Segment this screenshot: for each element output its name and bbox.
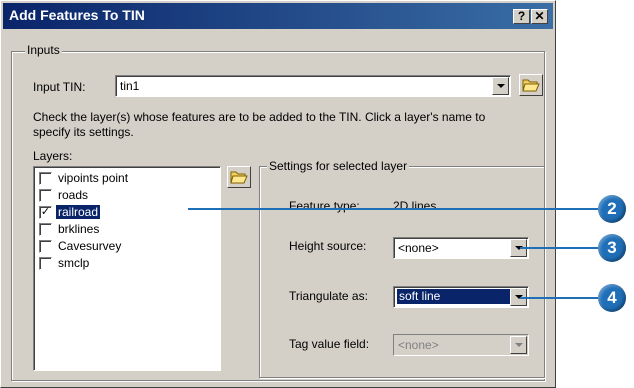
input-tin-value: tin1 [120, 79, 140, 93]
feature-type-label: Feature type: [289, 199, 360, 213]
tag-value-select: <none> [393, 334, 529, 356]
callout-2: 2 [598, 195, 626, 223]
close-button[interactable]: ✕ [531, 9, 548, 24]
callout-3-leader [520, 247, 600, 249]
layers-list[interactable]: vipoints point roads ✓ railroad brklines… [33, 166, 221, 371]
instructions-text: Check the layer(s) whose features are to… [33, 110, 486, 139]
height-source-select[interactable]: <none> [393, 237, 529, 259]
input-tin-combo[interactable]: tin1 [115, 75, 511, 97]
checkmark-icon[interactable]: ✓ [39, 206, 52, 219]
folder-open-icon [230, 171, 248, 184]
add-features-dialog: Add Features To TIN ? ✕ Inputs Input TIN… [0, 0, 556, 388]
layer-name[interactable]: smclp [56, 256, 91, 270]
layers-label: Layers: [33, 149, 73, 163]
layer-item-cavesurvey[interactable]: Cavesurvey [37, 238, 203, 255]
layer-name[interactable]: roads [56, 188, 90, 202]
browse-layer-button[interactable] [227, 166, 251, 188]
layer-item-smclp[interactable]: smclp [37, 255, 203, 272]
feature-type-value: 2D lines [393, 199, 437, 213]
dropdown-arrow-icon [515, 343, 523, 347]
layer-checkbox-icon[interactable] [39, 189, 52, 202]
layer-checkbox-icon[interactable] [39, 223, 52, 236]
dropdown-arrow-icon [497, 84, 505, 88]
triangulate-label: Triangulate as: [289, 289, 368, 303]
folder-open-icon [522, 79, 540, 92]
layer-item-roads[interactable]: roads [37, 187, 203, 204]
layer-item-vipoints-point[interactable]: vipoints point [37, 170, 203, 187]
title-bar: Add Features To TIN ? ✕ [3, 3, 553, 29]
layer-name[interactable]: railroad [56, 205, 101, 219]
tag-value-value: <none> [398, 338, 439, 352]
dialog-title: Add Features To TIN [9, 7, 145, 23]
layer-checkbox-icon[interactable] [39, 240, 52, 253]
callout-3: 3 [598, 234, 626, 262]
layer-item-brklines[interactable]: brklines [37, 221, 203, 238]
callout-2-leader [188, 208, 600, 210]
tag-value-dropdown-button [510, 336, 527, 354]
triangulate-select[interactable]: soft line [393, 286, 529, 308]
layer-name[interactable]: brklines [56, 222, 101, 236]
callout-4-leader [520, 297, 600, 299]
height-source-value: <none> [398, 241, 439, 255]
browse-tin-button[interactable] [519, 74, 543, 96]
inputs-legend: Inputs [25, 43, 62, 57]
layer-checkbox-icon[interactable] [39, 257, 52, 270]
callout-4: 4 [598, 284, 626, 312]
tag-value-label: Tag value field: [289, 337, 370, 351]
input-tin-dropdown-button[interactable] [492, 77, 509, 95]
layer-checkbox-icon[interactable] [39, 172, 52, 185]
layer-name[interactable]: vipoints point [56, 171, 130, 185]
settings-legend: Settings for selected layer [267, 159, 410, 173]
input-tin-label: Input TIN: [33, 80, 86, 94]
help-button[interactable]: ? [513, 9, 530, 24]
height-source-label: Height source: [289, 239, 367, 253]
triangulate-value: soft line [397, 289, 510, 304]
layer-item-railroad[interactable]: ✓ railroad [37, 204, 203, 221]
layer-name[interactable]: Cavesurvey [56, 239, 123, 253]
